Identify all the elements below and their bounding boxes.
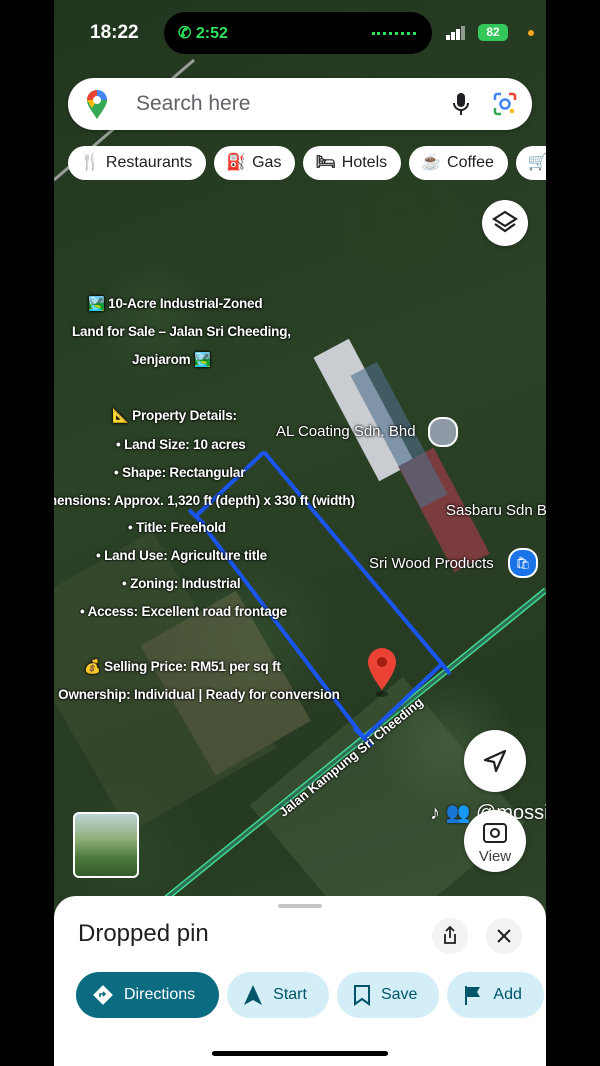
overlay-land-size: • Land Size: 10 acres [116, 437, 246, 452]
navigation-arrow-icon [244, 984, 263, 1005]
directions-label: Directions [124, 986, 196, 1003]
privacy-dot [528, 30, 534, 36]
poi-label-sri-wood[interactable]: Sri Wood Products [369, 555, 494, 572]
overlay-dimensions: • Dimensions: Approx. 1,320 ft (depth) x… [54, 493, 355, 508]
add-label: Add [493, 986, 522, 1003]
close-icon [497, 929, 511, 943]
directions-icon [93, 984, 113, 1005]
overlay-access: • Access: Excellent road frontage [80, 604, 287, 619]
my-location-button[interactable] [464, 730, 526, 792]
add-button[interactable]: Add [447, 972, 544, 1018]
overlay-details-header: 📐 Property Details: [112, 408, 237, 423]
bottom-sheet[interactable]: Dropped pin Directions Start Save Add [54, 896, 546, 1066]
clock: 18:22 [90, 22, 139, 43]
share-icon [444, 925, 456, 944]
overlay-ownership: 🔒 Ownership: Individual | Ready for conv… [54, 687, 340, 702]
chip-label: Coffee [447, 154, 494, 171]
call-timer-text: 2:52 [195, 25, 228, 42]
overlay-zoning: • Zoning: Industrial [122, 576, 241, 591]
start-button[interactable]: Start [227, 972, 329, 1018]
street-view-icon [483, 823, 507, 843]
overlay-title-line-1: 🏞️ 10-Acre Industrial-Zoned [88, 296, 263, 311]
sheet-title: Dropped pin [78, 920, 209, 947]
google-maps-logo-icon [87, 90, 107, 119]
flag-icon [465, 985, 481, 1005]
save-button[interactable]: Save [336, 972, 440, 1018]
signal-icon [446, 26, 465, 40]
overlay-shape: • Shape: Rectangular [114, 465, 246, 480]
directions-button[interactable]: Directions [76, 972, 220, 1018]
coffee-cup-icon: ☕ [421, 154, 442, 171]
street-view-button[interactable]: View [464, 810, 526, 872]
battery-indicator: 82 [478, 24, 508, 41]
street-view-thumbnail[interactable] [73, 812, 139, 878]
share-button[interactable] [432, 918, 468, 954]
phone-screen: 18:22 ✆ 2:52 82 Search here 🍴 Restaurant… [54, 0, 546, 1066]
category-chips: 🍴 Restaurants ⛽ Gas 🛏 Hotels ☕ Coffee 🛒 [68, 146, 546, 182]
battery-level: 82 [486, 25, 500, 39]
layers-button[interactable] [482, 200, 528, 246]
layers-icon [491, 210, 519, 233]
action-buttons: Directions Start Save Add [76, 972, 546, 1018]
microphone-icon[interactable] [452, 92, 470, 116]
chip-shopping[interactable]: 🛒 [515, 146, 546, 180]
call-timer: ✆ 2:52 [178, 25, 228, 42]
chip-restaurants[interactable]: 🍴 Restaurants [68, 146, 207, 180]
chip-gas[interactable]: ⛽ Gas [214, 146, 296, 180]
start-label: Start [273, 986, 307, 1003]
poi-label-sasbaru[interactable]: Sasbaru Sdn B [446, 502, 546, 519]
overlay-land-use: • Land Use: Agriculture title [96, 548, 267, 563]
overlay-title-tenure: • Title: Freehold [128, 520, 226, 535]
view-label: View [478, 848, 512, 865]
bookmark-icon [353, 984, 370, 1006]
google-lens-icon[interactable] [492, 91, 518, 117]
sheet-drag-handle[interactable] [278, 904, 322, 908]
dynamic-island[interactable]: ✆ 2:52 [164, 12, 432, 54]
cart-icon: 🛒 [527, 154, 546, 171]
overlay-price: 💰 Selling Price: RM51 per sq ft [84, 659, 281, 674]
chip-label: Hotels [341, 154, 388, 171]
audio-wave-icon [372, 32, 416, 38]
navigation-arrow-icon [483, 749, 507, 773]
close-button[interactable] [486, 918, 522, 954]
poi-label-al-coating[interactable]: AL Coating Sdn. Bhd [276, 423, 416, 440]
search-input[interactable]: Search here [136, 92, 250, 116]
chip-coffee[interactable]: ☕ Coffee [409, 146, 508, 180]
chip-label: Restaurants [105, 154, 193, 171]
status-bar: 18:22 ✆ 2:52 82 [54, 0, 546, 60]
poi-marker-icon[interactable] [428, 417, 458, 447]
home-indicator[interactable] [212, 1051, 388, 1056]
overlay-title-line-2: Land for Sale – Jalan Sri Cheeding, [72, 324, 291, 339]
chip-label: Gas [252, 154, 282, 171]
search-bar[interactable]: Search here [68, 78, 532, 130]
overlay-title-line-3: Jenjarom 🏞️ [132, 352, 211, 367]
fork-knife-icon: 🍴 [80, 154, 100, 171]
gas-pump-icon: ⛽ [226, 154, 247, 171]
bed-icon: 🛏 [315, 154, 336, 171]
chip-hotels[interactable]: 🛏 Hotels [303, 146, 402, 180]
save-label: Save [380, 986, 418, 1003]
shopping-bag-poi-icon[interactable]: 🛍 [508, 548, 538, 578]
